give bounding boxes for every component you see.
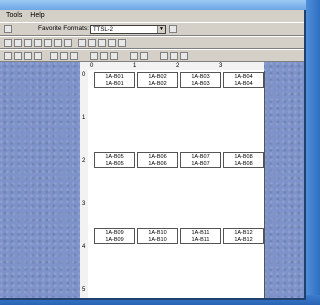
- settings-icon[interactable]: [180, 52, 188, 60]
- ruler-v-5: 5: [82, 287, 86, 293]
- ruler-h-3: 3: [219, 63, 223, 69]
- label-code-line: 1A-B02: [148, 80, 167, 87]
- label-cell-1a-b06[interactable]: 1A-B06 1A-B06: [137, 152, 178, 168]
- new-icon[interactable]: [4, 39, 12, 47]
- back-icon[interactable]: [4, 25, 12, 33]
- text-tool-icon[interactable]: [14, 52, 22, 60]
- line-tool-icon[interactable]: [24, 52, 32, 60]
- label-cell-1a-b11[interactable]: 1A-B11 1A-B11: [180, 228, 221, 244]
- database-icon[interactable]: [170, 52, 178, 60]
- label-cell-1a-b02[interactable]: 1A-B02 1A-B02: [137, 72, 178, 88]
- menu-tools[interactable]: Tools: [6, 12, 22, 19]
- barcode-tool-icon[interactable]: [34, 52, 42, 60]
- align-left-icon[interactable]: [50, 52, 58, 60]
- label-code-line: 1A-B03: [191, 80, 210, 87]
- format-settings-icon[interactable]: [169, 25, 177, 33]
- toolbar-formats: Favorite Formats: TTSL-2 ▼: [0, 22, 304, 36]
- rotate-icon[interactable]: [90, 52, 98, 60]
- undo-icon[interactable]: [108, 39, 116, 47]
- app-frame: Tools Help Favorite Formats: TTSL-2 ▼ 0 …: [0, 0, 320, 305]
- design-workspace[interactable]: 0 1 2 3 0 1 2 3 4 5 1A-B01 1A-B01 1A-B02 1A…: [0, 62, 304, 298]
- ruler-v-3: 3: [82, 201, 86, 207]
- app-window: Tools Help Favorite Formats: TTSL-2 ▼ 0 …: [0, 10, 306, 300]
- grid-icon[interactable]: [130, 52, 138, 60]
- group-icon[interactable]: [100, 52, 108, 60]
- label-code-line: 1A-B07: [191, 160, 210, 167]
- label-cell-1a-b09[interactable]: 1A-B09 1A-B09: [94, 228, 135, 244]
- label-code-line: 1A-B08: [234, 160, 253, 167]
- ruler-h-1: 1: [133, 63, 137, 69]
- menu-bar: Tools Help: [0, 10, 304, 22]
- label-cell-1a-b03[interactable]: 1A-B03 1A-B03: [180, 72, 221, 88]
- ruler-v-2: 2: [82, 158, 86, 164]
- label-code-line: 1A-B05: [105, 160, 124, 167]
- label-code-line: 1A-B01: [105, 80, 124, 87]
- layers-icon[interactable]: [140, 52, 148, 60]
- open-icon[interactable]: [14, 39, 22, 47]
- favorite-formats-value: TTSL-2: [93, 27, 114, 33]
- select-tool-icon[interactable]: [4, 52, 12, 60]
- paste-icon[interactable]: [64, 39, 72, 47]
- label-cell-1a-b12[interactable]: 1A-B12 1A-B12: [223, 228, 264, 244]
- label-code-line: 1A-B10: [148, 236, 167, 243]
- label-cell-1a-b01[interactable]: 1A-B01 1A-B01: [94, 72, 135, 88]
- label-code-line: 1A-B11: [191, 236, 210, 243]
- favorite-formats-label: Favorite Formats:: [38, 25, 89, 32]
- toolbar-actions: [0, 36, 304, 49]
- ruler-v-1: 1: [82, 115, 86, 121]
- ruler-h-2: 2: [176, 63, 180, 69]
- ruler-v-0: 0: [82, 72, 86, 78]
- print-icon[interactable]: [34, 39, 42, 47]
- label-cell-1a-b04[interactable]: 1A-B04 1A-B04: [223, 72, 264, 88]
- glass-frame-right: [306, 0, 320, 305]
- ungroup-icon[interactable]: [110, 52, 118, 60]
- toolbar-drawing: [0, 49, 304, 62]
- zoom-in-icon[interactable]: [78, 39, 86, 47]
- label-code-line: 1A-B04: [234, 80, 253, 87]
- label-code-line: 1A-B06: [148, 160, 167, 167]
- label-code-line: 1A-B09: [105, 236, 124, 243]
- cut-icon[interactable]: [44, 39, 52, 47]
- align-center-icon[interactable]: [60, 52, 68, 60]
- copy-icon[interactable]: [54, 39, 62, 47]
- label-code-line: 1A-B12: [234, 236, 253, 243]
- label-page[interactable]: 1A-B01 1A-B01 1A-B02 1A-B02 1A-B03 1A-B03 1A-B…: [88, 70, 264, 298]
- label-cell-1a-b10[interactable]: 1A-B10 1A-B10: [137, 228, 178, 244]
- save-icon[interactable]: [24, 39, 32, 47]
- redo-icon[interactable]: [118, 39, 126, 47]
- label-cell-1a-b07[interactable]: 1A-B07 1A-B07: [180, 152, 221, 168]
- menu-help[interactable]: Help: [30, 12, 44, 19]
- table-icon[interactable]: [160, 52, 168, 60]
- zoom-out-icon[interactable]: [88, 39, 96, 47]
- ruler-v-4: 4: [82, 244, 86, 250]
- favorite-formats-select[interactable]: TTSL-2 ▼: [90, 25, 166, 34]
- label-cell-1a-b05[interactable]: 1A-B05 1A-B05: [94, 152, 135, 168]
- print-preview-icon[interactable]: [98, 39, 106, 47]
- ruler-h-0: 0: [90, 63, 94, 69]
- align-right-icon[interactable]: [70, 52, 78, 60]
- label-cell-1a-b08[interactable]: 1A-B08 1A-B08: [223, 152, 264, 168]
- chevron-down-icon[interactable]: ▼: [157, 26, 165, 33]
